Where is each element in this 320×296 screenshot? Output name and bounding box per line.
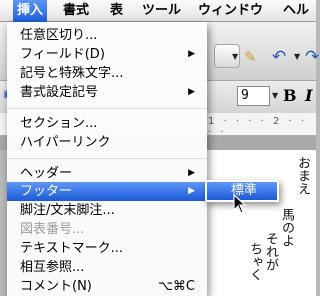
menu-item-bookmark[interactable]: テキストマーク... <box>7 239 207 258</box>
menu-separator <box>7 108 207 109</box>
menu-item-label: ハイパーリンク <box>20 135 111 150</box>
submenu-arrow-icon: ▶ <box>188 168 195 178</box>
font-size-dropdown-icon[interactable]: ▼ <box>272 91 278 100</box>
vertical-text-col-4: ちゃく <box>247 242 262 281</box>
menu-item-formatting-mark[interactable]: 書式設定記号 ▶ <box>7 83 207 102</box>
menu-item-label: 任意区切り... <box>20 28 98 43</box>
menu-item-label: コメント(N) <box>20 279 92 294</box>
menu-item-footnote[interactable]: 脚注/文末脚注... <box>7 201 207 220</box>
menu-partial-left[interactable] <box>0 0 13 22</box>
menu-item-label: フィールド(D) <box>20 47 105 62</box>
ruler-ticks: 1 · · · · 2 · · · · <box>208 116 308 138</box>
menu-table[interactable]: 表 <box>106 0 127 22</box>
menu-item-special-character[interactable]: 記号と特殊文字... <box>7 64 207 83</box>
menu-item-label: 記号と特殊文字... <box>20 66 124 81</box>
menu-item-section[interactable]: セクション... <box>7 114 207 133</box>
menu-item-label: セクション... <box>20 116 98 131</box>
menu-insert[interactable]: 挿入 <box>13 0 48 22</box>
bold-button[interactable]: B <box>283 86 297 105</box>
vertical-text-col-3: それが <box>263 232 278 271</box>
menu-item-shortcut: ⌥⌘C <box>157 279 195 294</box>
menu-item-hyperlink[interactable]: ハイパーリンク <box>7 133 207 152</box>
menu-help[interactable]: ヘル <box>279 0 313 22</box>
menu-item-comment[interactable]: コメント(N) ⌥⌘C <box>7 277 207 296</box>
paintbrush-icon[interactable]: ✎ <box>244 48 257 66</box>
menu-item-break[interactable]: 任意区切り... <box>7 26 207 45</box>
vertical-text-col-2: 馬のよ <box>279 208 294 247</box>
dropdown-arrow-icon[interactable]: ▼ <box>232 52 238 61</box>
menu-item-label: 書式設定記号 <box>20 85 99 100</box>
menu-item-cross-reference[interactable]: 相互参照... <box>7 258 207 277</box>
menu-item-label: テキストマーク... <box>20 241 124 256</box>
font-size-field[interactable]: 9 <box>237 86 270 106</box>
menu-bar: 挿入 書式 表 ツール ウィンドウ ヘル <box>0 0 316 22</box>
menu-item-label: 脚注/文末脚注... <box>20 203 115 218</box>
submenu-arrow-icon: ▶ <box>188 186 195 196</box>
insert-menu: 任意区切り... フィールド(D) ▶ 記号と特殊文字... 書式設定記号 ▶ セク… <box>7 22 207 296</box>
undo-icon[interactable]: ↶ <box>272 47 286 67</box>
menu-item-field[interactable]: フィールド(D) ▶ <box>7 45 207 64</box>
menu-item-label: ヘッダー <box>20 166 73 181</box>
vertical-text-col-1: おまえ <box>295 156 310 195</box>
redo-icon[interactable]: ↷ <box>305 47 319 67</box>
italic-button[interactable]: I <box>305 86 312 105</box>
menu-item-header[interactable]: ヘッダー ▶ <box>7 164 207 183</box>
menu-item-label: 図表番号... <box>20 222 85 237</box>
mouse-pointer-icon <box>233 194 247 214</box>
submenu-arrow-icon: ▶ <box>188 87 195 97</box>
menu-item-footer[interactable]: フッター ▶ <box>7 182 207 201</box>
menu-item-caption: 図表番号... <box>7 220 207 239</box>
menu-item-label: フッター <box>20 184 73 199</box>
undo-dropdown-icon[interactable]: ▼ <box>294 52 300 61</box>
menu-tools[interactable]: ツール <box>138 0 185 22</box>
submenu-arrow-icon: ▶ <box>188 49 195 59</box>
menu-item-label: 相互参照... <box>20 260 85 275</box>
menu-separator <box>7 158 207 159</box>
menu-format[interactable]: 書式 <box>59 0 93 22</box>
menu-window[interactable]: ウィンドウ <box>194 0 267 22</box>
